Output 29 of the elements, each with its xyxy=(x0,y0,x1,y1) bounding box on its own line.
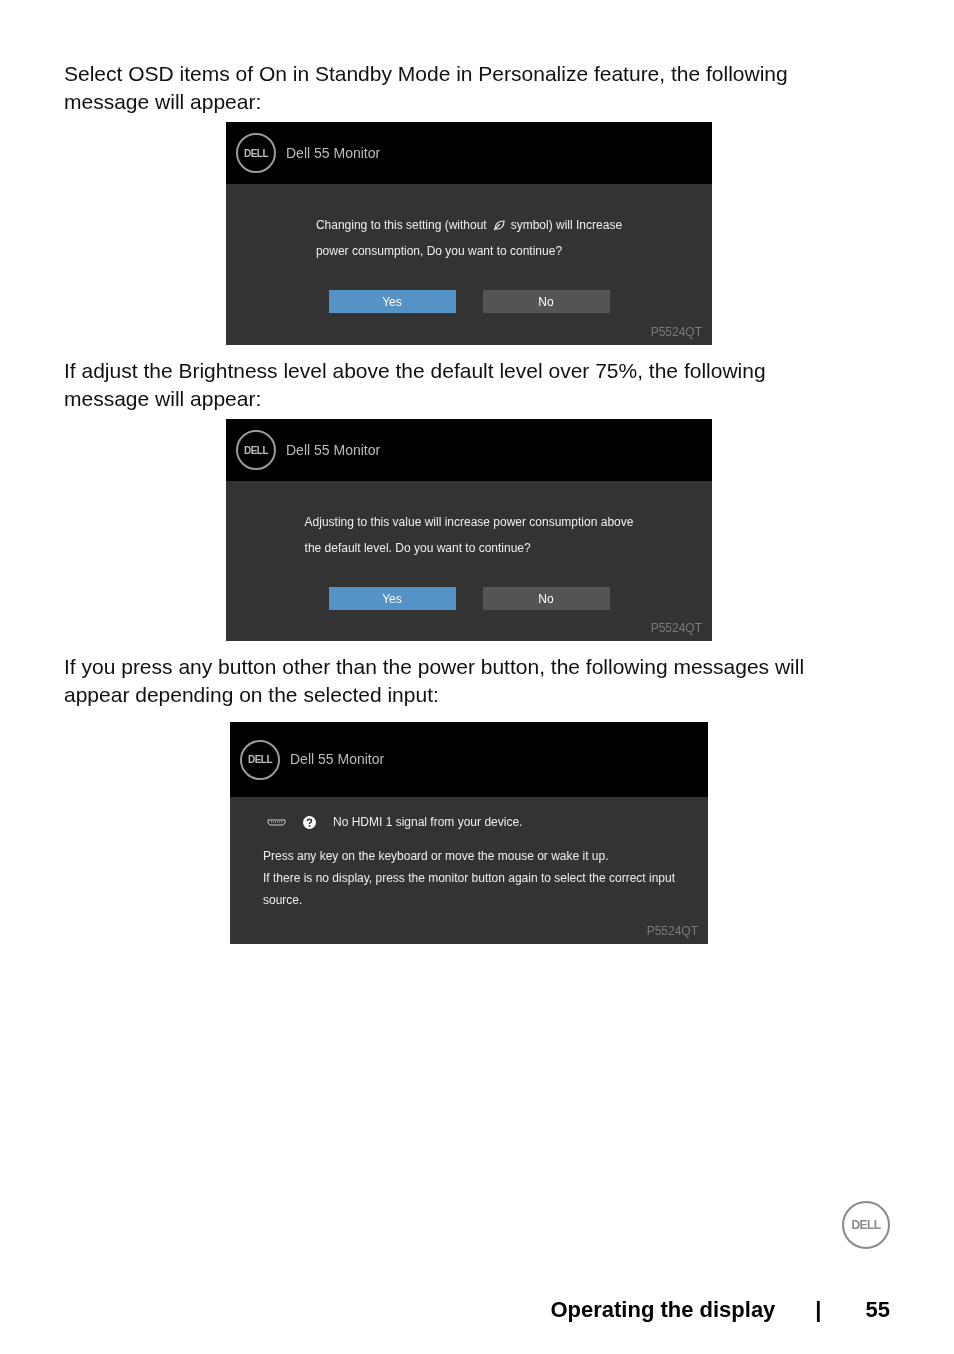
model-number: P5524QT xyxy=(650,620,702,637)
no-button[interactable]: No xyxy=(482,587,610,610)
body-paragraph: Select OSD items of On in Standby Mode in Personalize feature, the following message will appear: xyxy=(64,61,789,115)
body-paragraph: If adjust the Brightness level above the default level over 75%, the following message will appear: xyxy=(64,358,767,412)
dell-logo: DELL xyxy=(240,739,280,780)
page-number: 55 xyxy=(865,1296,890,1324)
hdmi-port-icon xyxy=(267,818,286,826)
leaf-icon xyxy=(492,219,505,231)
dialog-message: If there is no display, press the monitor button again to select the correct input source. xyxy=(263,870,675,909)
dialog-message: Changing to this setting (without xyxy=(315,217,487,234)
body-paragraph: If you press any button other than the power button, the following messages will appear depending on the selected input: xyxy=(64,654,806,708)
model-number: P5524QT xyxy=(650,324,702,341)
footer-separator: | xyxy=(815,1296,822,1324)
status-message: No HDMI 1 signal from your device. xyxy=(333,814,523,831)
dialog-message: the default level. Do you want to continue? xyxy=(304,540,531,557)
dell-logo: DELL xyxy=(842,1201,890,1249)
dialog-message: symbol) will Increase xyxy=(510,217,623,234)
dialog-message: Press any key on the keyboard or move the mouse or wake it up. xyxy=(263,848,610,865)
dialog-title: Dell 55 Monitor xyxy=(286,440,381,460)
dell-logo: DELL xyxy=(236,133,276,173)
dialog-title: Dell 55 Monitor xyxy=(290,750,385,769)
dialog-title: Dell 55 Monitor xyxy=(286,143,381,163)
dell-logo: DELL xyxy=(236,430,276,470)
question-icon xyxy=(303,815,316,829)
model-number: P5524QT xyxy=(646,923,698,940)
no-button[interactable]: No xyxy=(482,290,610,313)
dialog-message: power consumption, Do you want to continue? xyxy=(315,243,563,260)
dialog-message: Adjusting to this value will increase power consumption above xyxy=(304,514,634,531)
footer-title: Operating the display xyxy=(550,1296,776,1324)
